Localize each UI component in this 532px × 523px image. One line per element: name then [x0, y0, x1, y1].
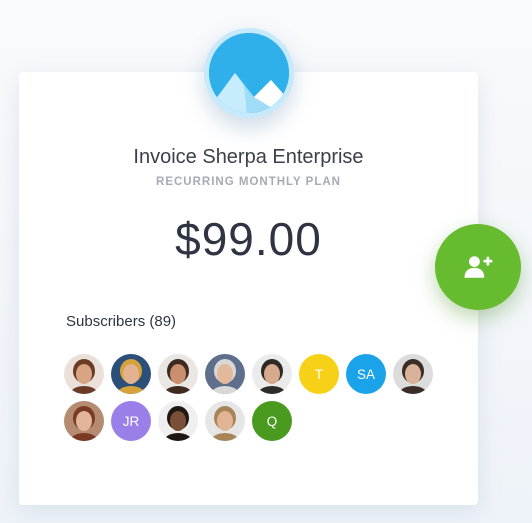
mountain-logo-icon — [209, 33, 289, 113]
avatar-photo-3[interactable] — [158, 354, 198, 394]
avatar-photo-5[interactable] — [252, 354, 292, 394]
plan-type: RECURRING MONTHLY PLAN — [156, 176, 341, 188]
avatar-photo-2[interactable] — [111, 354, 151, 394]
avatar-photo-4[interactable] — [205, 354, 245, 394]
product-title: Invoice Sherpa Enterprise — [133, 146, 364, 168]
plan-logo — [204, 28, 294, 118]
subscriber-avatar-initials[interactable]: JR — [111, 401, 151, 441]
avatar-photo-6[interactable] — [393, 354, 433, 394]
avatar-photo-9[interactable] — [205, 401, 245, 441]
avatar-photo-1[interactable] — [64, 354, 104, 394]
avatar-photo-7[interactable] — [64, 401, 104, 441]
add-subscriber-button[interactable] — [435, 224, 521, 310]
subscriber-avatar-initials[interactable]: Q — [252, 401, 292, 441]
plan-price: $99.00 — [175, 213, 322, 265]
avatar-photo-8[interactable] — [158, 401, 198, 441]
add-user-icon — [464, 256, 493, 278]
subscriber-avatar-initials[interactable]: SA — [346, 354, 386, 394]
subscriber-avatar-list: T SA JR Q — [64, 354, 444, 441]
subscribers-count-label: Subscribers (89) — [66, 313, 177, 330]
subscriber-avatar-initials[interactable]: T — [299, 354, 339, 394]
